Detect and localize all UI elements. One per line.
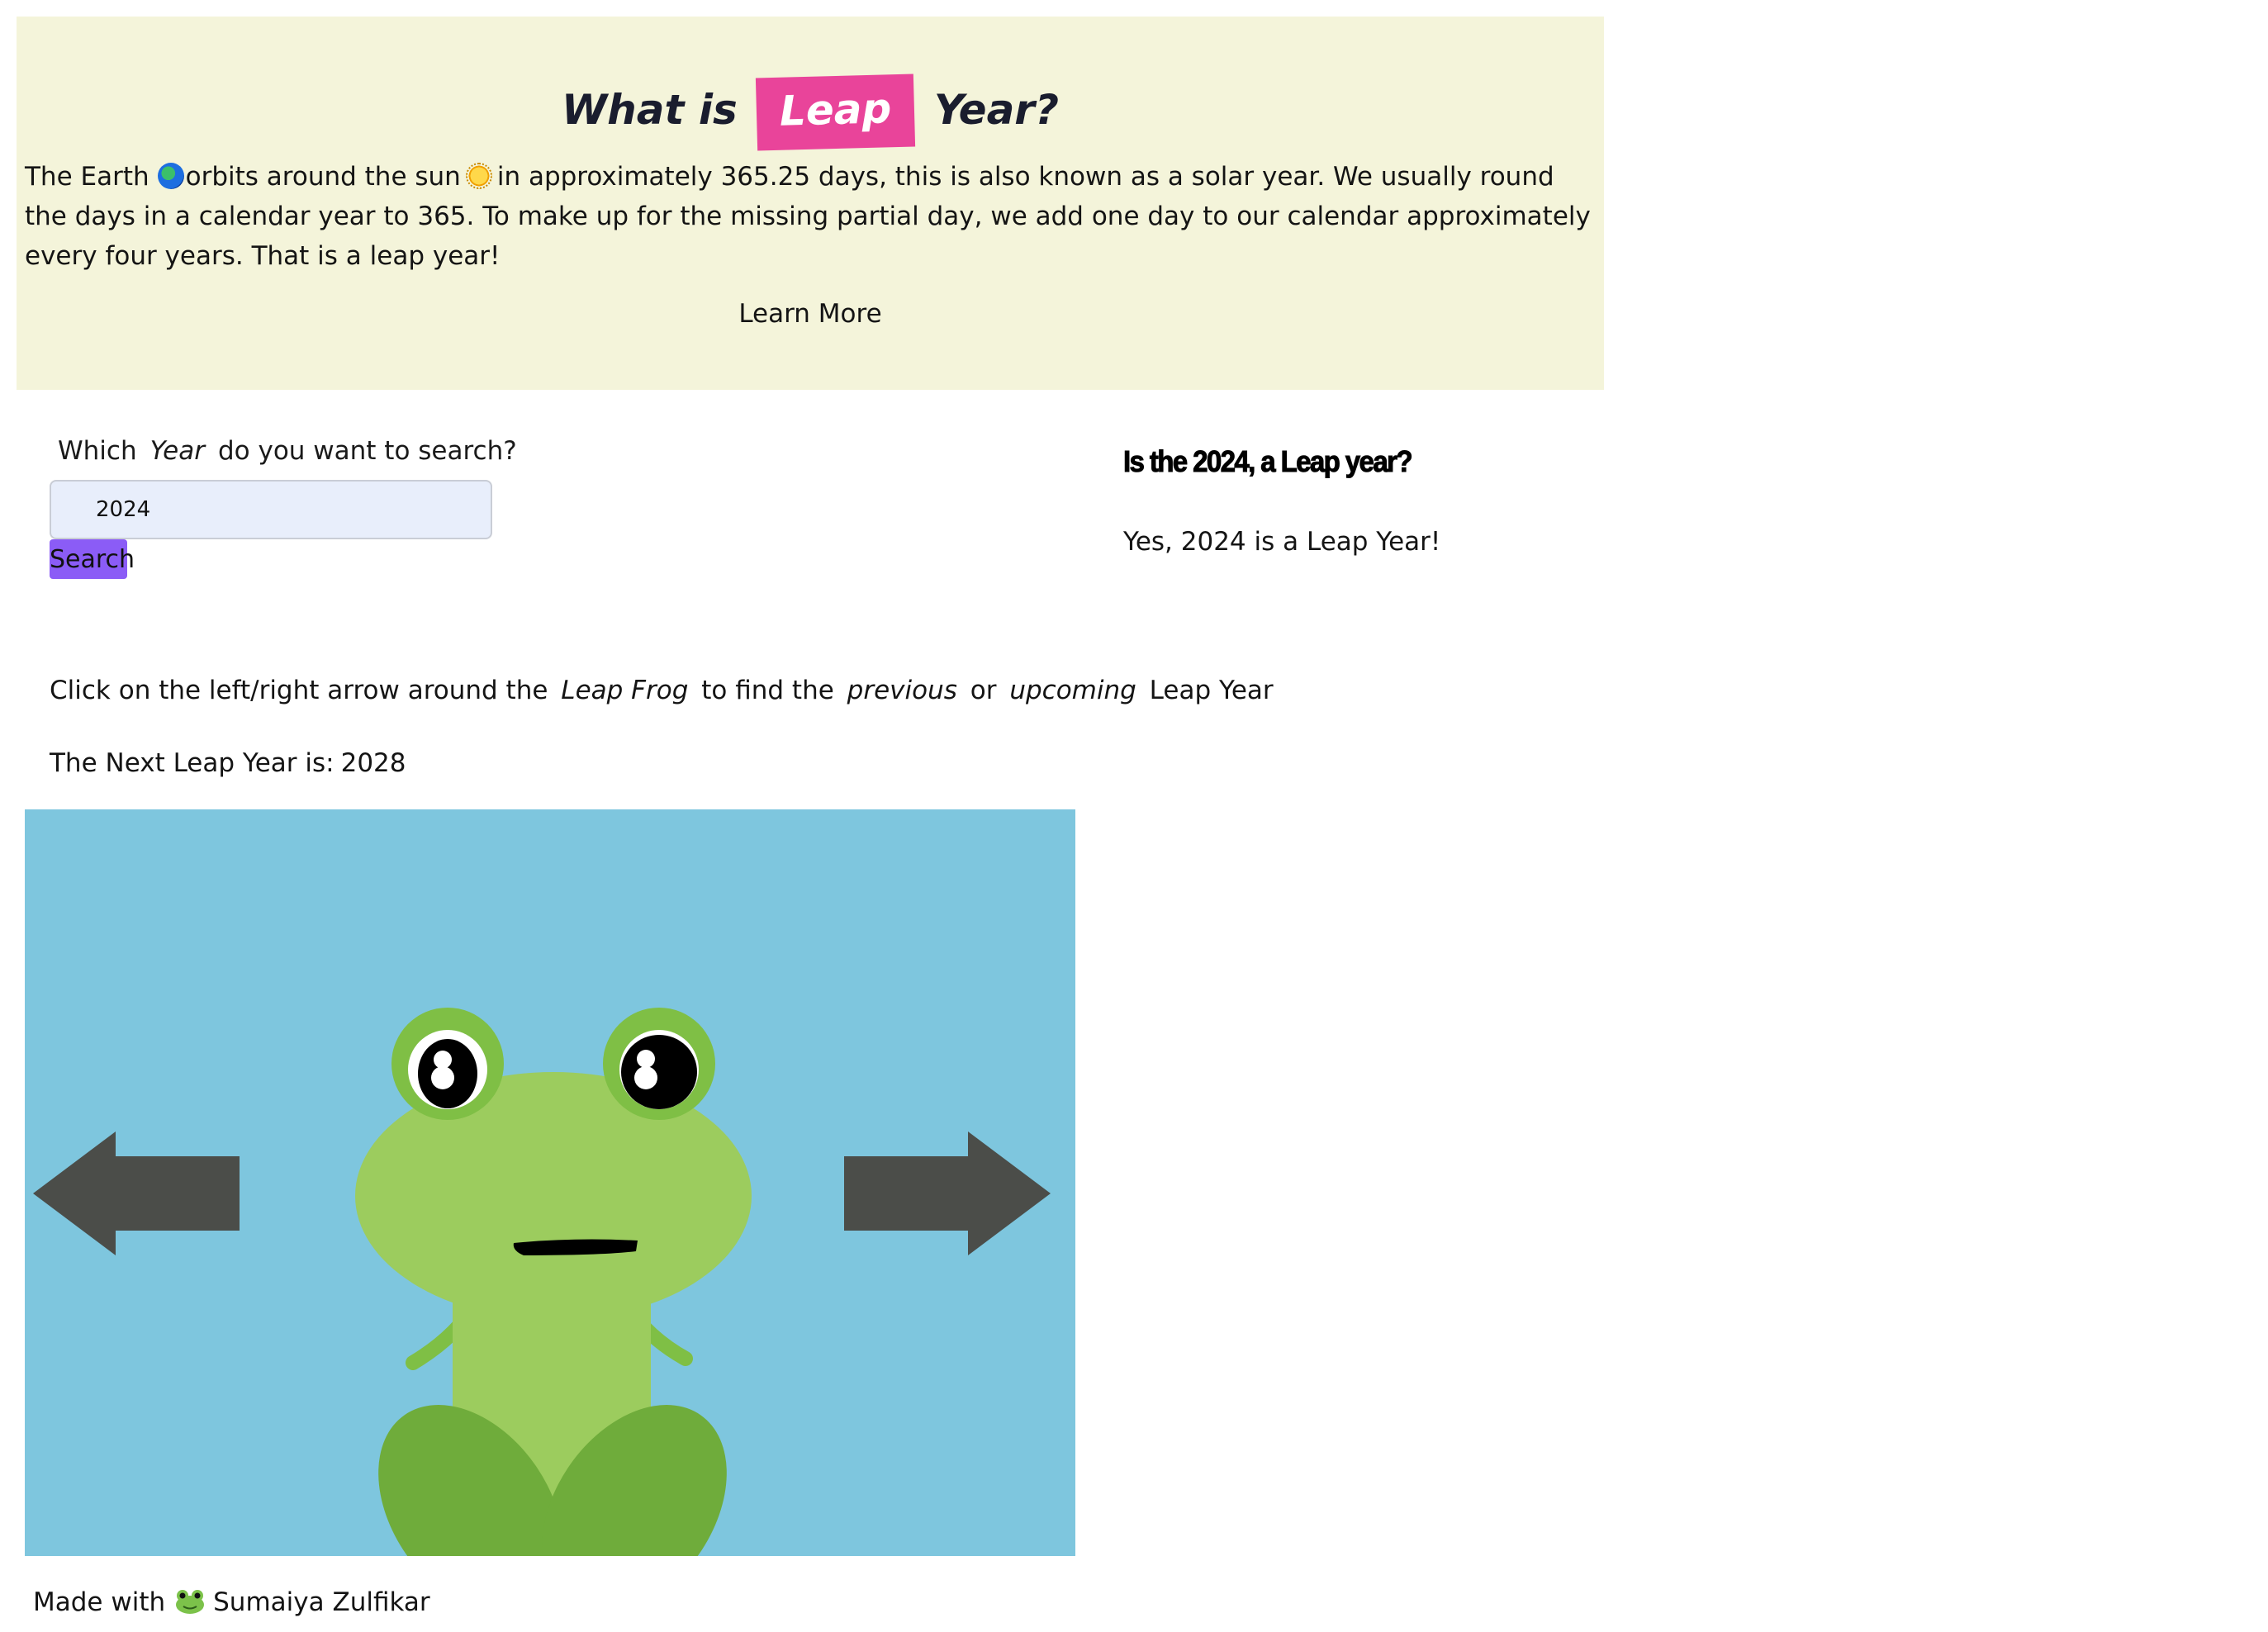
instructions-previous: previous [847, 676, 957, 705]
title-prefix: What is [562, 86, 738, 134]
instructions-part3: or [970, 676, 997, 705]
search-label-emphasis: Year [149, 436, 205, 466]
sun-icon [465, 163, 492, 189]
next-leap-value: 2028 [340, 748, 406, 778]
instructions-part4: Leap Year [1149, 676, 1274, 705]
intro-text-part2: orbits around the sun [185, 162, 461, 192]
instructions-upcoming: upcoming [1009, 676, 1136, 705]
search-label-suffix: do you want to search? [217, 436, 517, 466]
instructions-part2: to find the [701, 676, 834, 705]
search-label-prefix: Which [58, 436, 137, 466]
next-leap-label: The Next Leap Year is: [50, 748, 335, 778]
footer-made-with: Made with [33, 1587, 166, 1617]
instructions-part1: Click on the left/right arrow around the [50, 676, 548, 705]
leap-frog-scene [25, 809, 1075, 1556]
result-answer: Yes, 2024 is a Leap Year! [1123, 527, 1441, 557]
frog-head [355, 1072, 752, 1320]
frog-icon [176, 1590, 205, 1614]
learn-more-link[interactable]: Learn More [17, 299, 1604, 329]
year-search-input[interactable] [50, 480, 492, 539]
intro-paragraph: The Earth orbits around the sun in approxi… [25, 157, 1598, 276]
earth-globe-icon [157, 163, 184, 189]
intro-text-part1: The Earth [25, 162, 149, 192]
frog-eye-left [391, 1008, 504, 1120]
footer-author: Sumaiya Zulfikar [213, 1587, 430, 1617]
intro-section: What is Leap Year? The Earth orbits aroun… [17, 17, 1604, 390]
footer: Made with Sumaiya Zulfikar [33, 1587, 430, 1617]
search-label: Which Year do you want to search? [58, 436, 517, 466]
instructions-leap-frog: Leap Frog [561, 676, 689, 705]
result-heading: Is the 2024, a Leap year? [1123, 444, 1413, 479]
frog-eye-right [603, 1008, 715, 1120]
page-title: What is Leap Year? [17, 74, 1604, 151]
next-leap-year: The Next Leap Year is: 2028 [50, 748, 406, 778]
leap-highlight-badge: Leap [756, 74, 916, 151]
search-button[interactable]: Search [50, 539, 135, 579]
leap-frog-game [25, 809, 1075, 1556]
instructions-text: Click on the left/right arrow around the… [50, 676, 1274, 705]
title-suffix: Year? [933, 86, 1059, 134]
